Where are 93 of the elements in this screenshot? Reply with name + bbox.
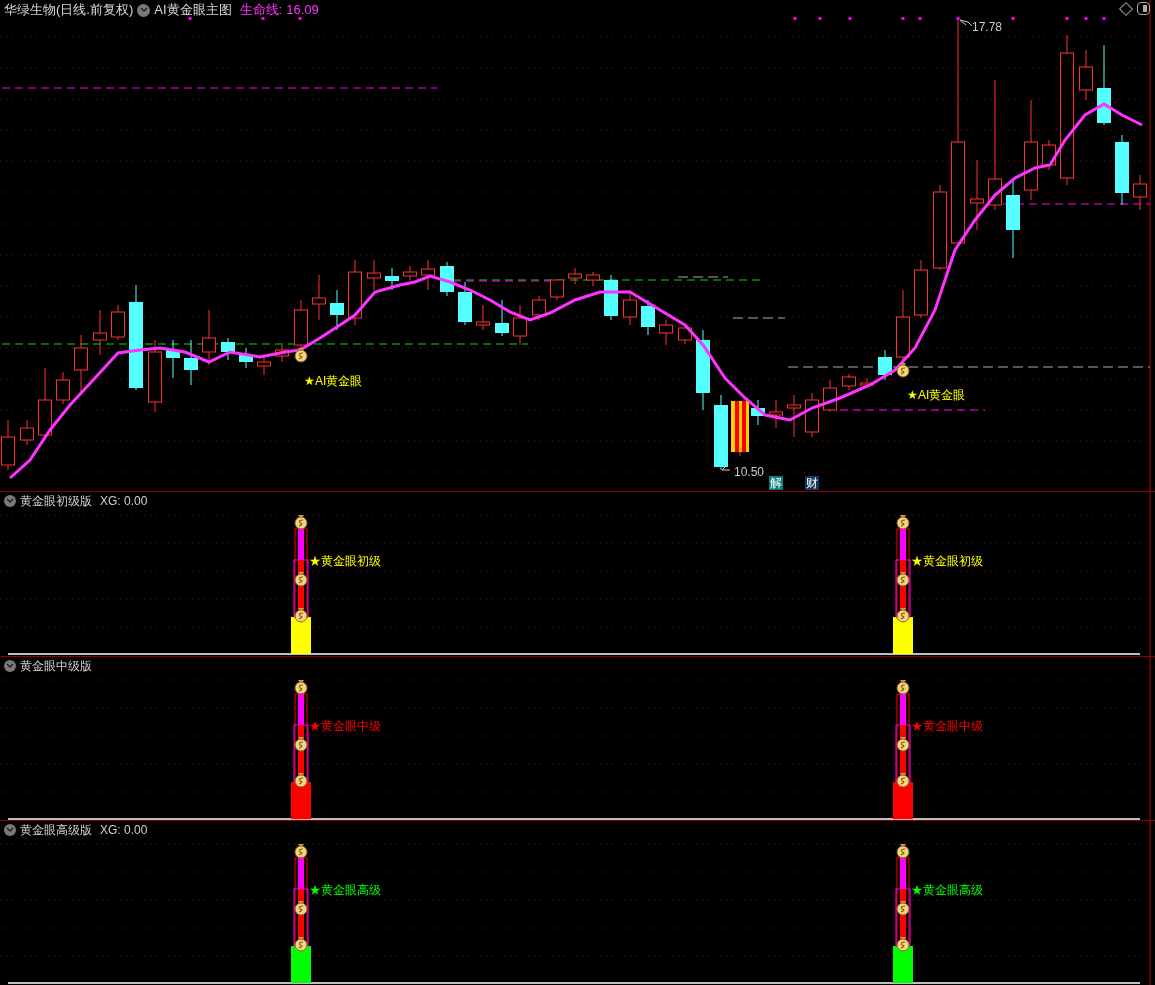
signal-label: ★AI黄金眼 (304, 373, 363, 390)
candlestick (1133, 174, 1147, 211)
signal-label: ★黄金眼初级 (911, 553, 983, 570)
stock-title: 华绿生物(日线.前复权) (4, 1, 134, 20)
candlestick (860, 377, 874, 389)
candlestick (896, 289, 910, 361)
candlestick (1115, 134, 1129, 206)
candlestick (914, 259, 928, 319)
candlestick (586, 271, 600, 287)
candlestick (878, 349, 892, 381)
low-price-label: 10.50 (734, 464, 765, 481)
signal-label: ★黄金眼高级 (309, 882, 381, 900)
money-bag-icon (294, 772, 308, 788)
candlestick (970, 159, 984, 231)
money-bag-icon (294, 844, 308, 859)
candlestick (93, 309, 107, 356)
xg-value: XG: 0.00 (100, 493, 148, 510)
panel-toggle-icon[interactable] (1137, 2, 1150, 15)
candlestick (769, 399, 783, 429)
money-bag-icon (294, 736, 308, 752)
money-bag-icon (896, 608, 910, 623)
collapse-icon[interactable] (4, 824, 16, 837)
candlestick (367, 259, 381, 291)
candlestick (842, 373, 856, 391)
candlestick (805, 392, 819, 438)
collapse-icon[interactable] (4, 495, 16, 507)
money-bag-icon (294, 901, 308, 916)
candlestick (403, 265, 417, 281)
pointer-arrow-icon (721, 466, 731, 471)
candlestick (823, 379, 837, 413)
candlestick (20, 419, 34, 446)
signal-label: ★黄金眼初级 (309, 553, 381, 570)
candlestick (1079, 49, 1093, 101)
xg-value: XG: 0.00 (100, 822, 148, 840)
money-bag-icon (896, 772, 910, 788)
candlestick (550, 279, 564, 301)
candlestick (239, 347, 253, 369)
candlestick (202, 309, 216, 366)
high-price-label: 17.78 (972, 19, 1003, 36)
candlestick (513, 304, 527, 346)
candlestick (56, 371, 70, 405)
candlestick (184, 339, 198, 386)
candlestick (221, 337, 235, 361)
signal-label: ★黄金眼中级 (309, 717, 381, 735)
candlestick (641, 299, 655, 336)
money-bag-icon (896, 937, 910, 952)
candlestick (166, 339, 180, 379)
candlestick (421, 259, 435, 291)
candlestick (1042, 139, 1056, 171)
signal-label: ★黄金眼高级 (911, 882, 983, 900)
pointer-arrow-icon (959, 19, 973, 27)
candlestick (787, 394, 801, 438)
collapse-icon[interactable] (137, 3, 151, 17)
money-bag-icon (896, 844, 910, 859)
money-bag-icon (896, 736, 910, 752)
money-bag-icon (896, 679, 910, 695)
money-bag-icon (294, 679, 308, 695)
candlestick (458, 281, 472, 326)
money-bag-icon (294, 608, 308, 623)
collapse-icon[interactable] (4, 659, 16, 672)
candlestick (495, 299, 509, 337)
panel-title: 黄金眼中级版 (20, 657, 92, 675)
money-bag-icon (294, 515, 308, 530)
indicator-name: AI黄金眼主图 (154, 1, 232, 20)
life-line-value: 16.09 (286, 1, 319, 20)
money-bag-icon (294, 348, 308, 363)
life-line-label: 生命线: (239, 1, 283, 20)
money-bag-icon (896, 572, 910, 587)
money-bag-icon (896, 901, 910, 916)
candlestick (385, 267, 399, 291)
panel-title: 黄金眼高级版 (20, 822, 92, 840)
signal-label: ★AI黄金眼 (907, 387, 966, 404)
money-bag-icon (294, 572, 308, 587)
candlestick (623, 289, 637, 326)
money-bag-icon (896, 515, 910, 530)
candlestick (111, 304, 125, 341)
money-bag-icon (896, 363, 910, 378)
info-badge[interactable]: 解 (769, 476, 783, 490)
signal-label: ★黄金眼中级 (911, 717, 983, 735)
candlestick (330, 289, 344, 331)
money-bag-icon (294, 937, 308, 952)
candlestick (275, 344, 289, 363)
candlestick (751, 399, 765, 426)
info-badge[interactable]: 财 (805, 476, 819, 490)
candlestick (659, 319, 673, 346)
candlestick (348, 259, 362, 326)
candlestick (731, 400, 749, 457)
candlestick (312, 274, 326, 321)
candlestick (568, 267, 582, 285)
candlestick (532, 295, 546, 321)
candlestick (604, 274, 618, 321)
candlestick (476, 304, 490, 331)
panel-title: 黄金眼初级版 (20, 493, 92, 510)
